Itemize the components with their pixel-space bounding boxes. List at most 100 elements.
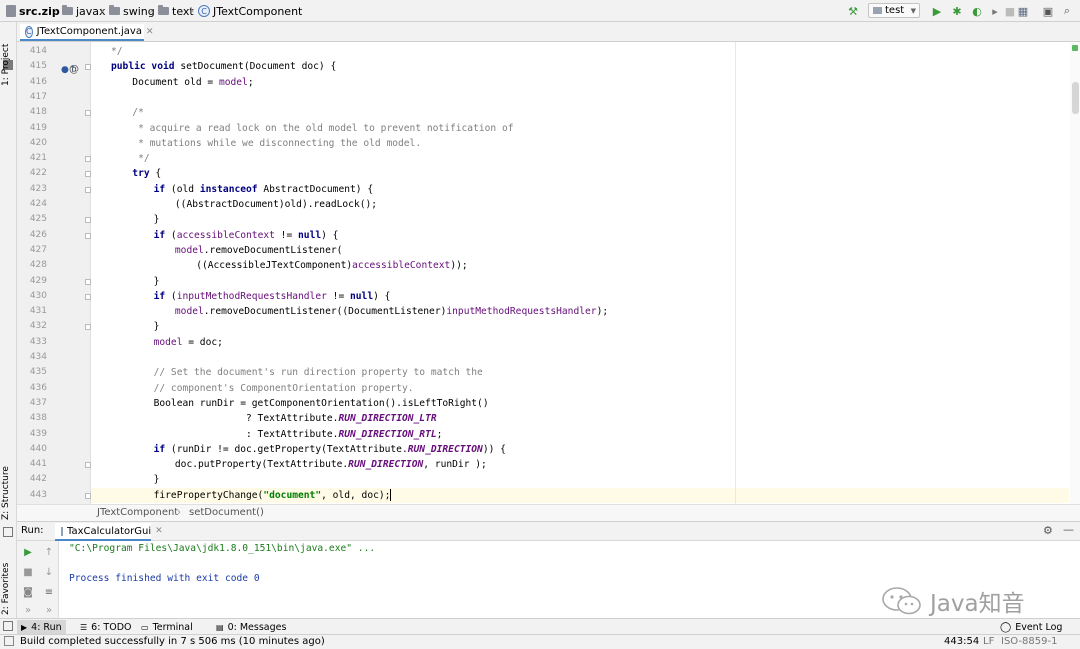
code-line[interactable]: model.removeDocumentListener( bbox=[175, 243, 343, 258]
fold-marker[interactable] bbox=[85, 462, 91, 469]
more-icon[interactable]: » bbox=[21, 603, 35, 617]
up-arrow-icon[interactable]: ↑ bbox=[42, 545, 56, 559]
code-editor[interactable]: 414 415 416 417 418 419 420 421 422 423 424 425 426 4… bbox=[17, 42, 1080, 504]
fold-marker[interactable] bbox=[85, 186, 91, 193]
project-structure-icon[interactable]: ▦ bbox=[1016, 4, 1030, 18]
code-line[interactable]: model = doc; bbox=[154, 335, 223, 350]
breadcrumb-text[interactable]: text bbox=[158, 4, 194, 18]
run-icon[interactable]: ▶ bbox=[930, 4, 944, 18]
fold-marker[interactable] bbox=[85, 492, 91, 499]
tab-jtextcomponent-java[interactable]: C JTextComponent.java ✕ bbox=[20, 24, 154, 41]
code-line[interactable]: } bbox=[154, 472, 160, 487]
event-log-button[interactable]: ◯ Event Log bbox=[996, 620, 1066, 634]
search-icon[interactable]: ⌕ bbox=[1060, 4, 1074, 18]
line-number: 422 bbox=[29, 168, 47, 179]
breadcrumb-src-zip[interactable]: src.zip bbox=[6, 4, 60, 18]
line-number: 437 bbox=[29, 397, 47, 408]
breadcrumb-separator: › bbox=[149, 4, 154, 17]
code-line[interactable]: Boolean runDir = getComponentOrientation… bbox=[154, 396, 489, 411]
run-configuration-select[interactable]: test ▼ bbox=[868, 3, 920, 18]
coverage-icon[interactable]: ◐ bbox=[970, 4, 984, 18]
bottom-tab-4-run[interactable]: ▶ 4: Run bbox=[17, 620, 66, 634]
close-icon[interactable]: ✕ bbox=[155, 526, 163, 536]
down-arrow-icon[interactable]: ↓ bbox=[42, 565, 56, 579]
fold-marker[interactable] bbox=[85, 110, 91, 117]
caret-position[interactable]: 443:54 bbox=[944, 636, 979, 647]
code-breadcrumb-method[interactable]: setDocument() bbox=[189, 507, 264, 518]
code-line[interactable]: ((AccessibleJTextComponent)accessibleCon… bbox=[196, 258, 467, 273]
code-line[interactable]: if (inputMethodRequestsHandler != null) … bbox=[154, 289, 391, 304]
code-line[interactable]: : TextAttribute.RUN_DIRECTION_RTL; bbox=[154, 427, 442, 442]
code-line[interactable]: if (accessibleContext != null) { bbox=[154, 228, 339, 243]
code-line[interactable]: ((AbstractDocument)old).readLock(); bbox=[175, 197, 377, 212]
breadcrumb-swing[interactable]: swing bbox=[109, 4, 155, 18]
code-line[interactable]: ? TextAttribute.RUN_DIRECTION_LTR bbox=[154, 411, 437, 426]
bottom-tab-0-messages[interactable]: ▤ 0: Messages bbox=[212, 620, 290, 634]
code-line[interactable]: * mutations while we disconnecting the o… bbox=[132, 136, 421, 151]
fold-marker[interactable] bbox=[85, 278, 91, 285]
minimize-icon[interactable]: — bbox=[1063, 523, 1074, 536]
terminal-icon: ▭ bbox=[141, 622, 149, 632]
code-line[interactable]: try { bbox=[132, 166, 161, 181]
stop-icon[interactable]: ■ bbox=[1003, 4, 1017, 18]
code-line[interactable]: // Set the document's run direction prop… bbox=[154, 365, 483, 380]
fold-marker[interactable] bbox=[85, 217, 91, 224]
bottom-tab-terminal[interactable]: ▭ Terminal bbox=[137, 620, 197, 634]
line-separator[interactable]: LF bbox=[983, 636, 994, 647]
status-message[interactable]: Build completed successfully in 7 s 506 … bbox=[20, 636, 325, 647]
more-icon[interactable]: » bbox=[42, 603, 56, 617]
structure-icon bbox=[3, 527, 13, 537]
fold-marker[interactable] bbox=[85, 156, 91, 163]
debug-icon[interactable]: ✱ bbox=[950, 4, 964, 18]
run-tab-taxcalculatorgui[interactable]: TaxCalculatorGui ✕ bbox=[55, 523, 163, 541]
code-line[interactable]: doc.putProperty(TextAttribute.RUN_DIRECT… bbox=[175, 457, 487, 472]
application-icon bbox=[61, 526, 63, 536]
gear-icon[interactable]: ⚙ bbox=[1043, 524, 1053, 537]
stop-icon[interactable]: ■ bbox=[21, 565, 35, 579]
favorites-tool-tab[interactable]: 2: Favorites bbox=[1, 563, 11, 615]
fold-marker[interactable] bbox=[85, 64, 91, 71]
scrollbar-thumb[interactable] bbox=[1072, 82, 1079, 114]
code-line[interactable]: public void setDocument(Document doc) { bbox=[111, 59, 336, 74]
soft-wrap-icon[interactable]: ≡ bbox=[42, 585, 56, 599]
code-breadcrumb-class[interactable]: JTextComponent bbox=[97, 507, 178, 518]
window-icon[interactable]: ▣ bbox=[1041, 4, 1055, 18]
code-line[interactable]: } bbox=[154, 212, 160, 227]
file-encoding[interactable]: ISO-8859-1 bbox=[1001, 636, 1057, 647]
inspection-ok-icon[interactable] bbox=[1072, 45, 1078, 51]
structure-tool-tab[interactable]: Z: Structure bbox=[1, 466, 11, 520]
code-line[interactable]: } bbox=[154, 319, 160, 334]
code-line[interactable]: */ bbox=[132, 151, 150, 166]
vertical-scrollbar[interactable] bbox=[1070, 42, 1080, 504]
code-line[interactable]: } bbox=[154, 274, 160, 289]
line-number: 429 bbox=[29, 275, 47, 286]
fold-marker[interactable] bbox=[85, 293, 91, 300]
code-line[interactable]: if (old instanceof AbstractDocument) { bbox=[154, 182, 374, 197]
close-icon[interactable]: ✕ bbox=[146, 27, 154, 37]
code-line[interactable]: */ bbox=[111, 44, 123, 59]
project-tool-tab[interactable]: 1: Project bbox=[1, 44, 11, 86]
fold-marker[interactable] bbox=[85, 324, 91, 331]
status-toggle-icon[interactable] bbox=[4, 636, 14, 646]
build-hammer-icon[interactable]: ⚒ bbox=[846, 4, 860, 18]
code-line[interactable]: firePropertyChange("document", old, doc)… bbox=[154, 488, 392, 503]
code-line[interactable]: * acquire a read lock on the old model t… bbox=[132, 121, 513, 136]
run-tool-header: Run: TaxCalculatorGui ✕ ⚙ — bbox=[17, 521, 1080, 541]
bottom-tab-6-todo[interactable]: ☰ 6: TODO bbox=[76, 620, 136, 634]
line-number: 434 bbox=[29, 352, 47, 362]
fold-marker[interactable] bbox=[85, 232, 91, 239]
code-line[interactable]: Document old = model; bbox=[132, 75, 253, 90]
rerun-icon[interactable]: ▶ bbox=[21, 545, 35, 559]
line-number: 417 bbox=[29, 91, 47, 102]
code-line[interactable]: // component's ComponentOrientation prop… bbox=[154, 381, 414, 396]
code-line[interactable]: /* bbox=[132, 105, 144, 120]
breadcrumb-class[interactable]: C JTextComponent bbox=[198, 4, 302, 18]
code-line[interactable]: model.removeDocumentListener((DocumentLi… bbox=[175, 304, 608, 319]
profile-icon[interactable]: ▸ bbox=[988, 4, 1002, 18]
fold-marker[interactable] bbox=[85, 171, 91, 178]
code-line[interactable]: if (runDir != doc.getProperty(TextAttrib… bbox=[154, 442, 506, 457]
tool-windows-icon[interactable] bbox=[3, 621, 13, 631]
line-number: 432 bbox=[29, 321, 47, 332]
right-margin-guide bbox=[735, 42, 736, 504]
camera-icon[interactable]: ◙ bbox=[21, 585, 35, 599]
